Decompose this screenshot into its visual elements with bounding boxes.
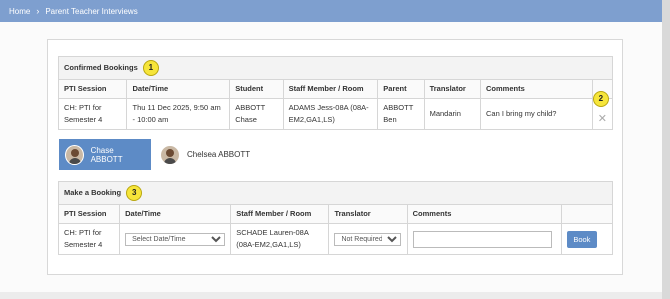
confirmed-bookings-title: Confirmed Bookings bbox=[64, 62, 138, 72]
cell-translator: Not Required bbox=[328, 223, 408, 255]
breadcrumb-current: Parent Teacher Interviews bbox=[45, 6, 138, 16]
col-student: Student bbox=[229, 79, 284, 99]
cell-comments bbox=[406, 223, 562, 255]
cell-translator: Mandarin bbox=[423, 98, 482, 130]
table-row: CH: PTI for Semester 4 Select Date/Time … bbox=[57, 223, 614, 255]
cell-cancel: 2 ✕ bbox=[591, 91, 614, 130]
comments-textarea[interactable] bbox=[412, 230, 552, 248]
col-staff-member: Staff Member / Room bbox=[282, 79, 379, 99]
breadcrumb: Home › Parent Teacher Interviews bbox=[0, 0, 662, 22]
cell-staff: ADAMS Jess-08A (08A-EM2,GA1,LS) bbox=[282, 98, 379, 130]
window-shadow bbox=[662, 0, 670, 299]
student-tab-chase[interactable]: Chase ABBOTT bbox=[59, 139, 151, 170]
callout-badge-2: 2 bbox=[592, 91, 609, 107]
cell-datetime: Thu 11 Dec 2025, 9:50 am - 10:00 am bbox=[126, 98, 231, 130]
confirmed-bookings-table: Confirmed Bookings 1 PTI Session Date/Ti… bbox=[57, 56, 614, 130]
col-comments: Comments bbox=[406, 204, 562, 224]
breadcrumb-home[interactable]: Home bbox=[9, 7, 30, 16]
cell-student: ABBOTT Chase bbox=[229, 98, 284, 130]
student-name: Chelsea ABBOTT bbox=[187, 150, 251, 159]
table-row: CH: PTI for Semester 4 Thu 11 Dec 2025, … bbox=[57, 91, 614, 130]
translator-select[interactable]: Not Required bbox=[334, 232, 402, 246]
col-pti-session: PTI Session bbox=[57, 204, 121, 224]
datetime-select[interactable]: Select Date/Time bbox=[125, 232, 226, 246]
cell-comments: Can I bring my child? bbox=[480, 98, 593, 130]
make-booking-title: Make a Booking bbox=[64, 187, 122, 197]
col-translator: Translator bbox=[328, 204, 408, 224]
avatar bbox=[65, 144, 84, 165]
student-name: Chase ABBOTT bbox=[90, 145, 123, 164]
cell-session: CH: PTI for Semester 4 bbox=[57, 98, 128, 130]
col-staff-member: Staff Member / Room bbox=[230, 204, 330, 224]
col-translator: Translator bbox=[423, 79, 482, 99]
col-date-time: Date/Time bbox=[126, 79, 231, 99]
cell-datetime: Select Date/Time bbox=[119, 223, 232, 255]
callout-badge-1: 1 bbox=[142, 60, 159, 76]
col-parent: Parent bbox=[377, 79, 425, 99]
col-pti-session: PTI Session bbox=[57, 79, 128, 99]
close-icon[interactable]: ✕ bbox=[593, 113, 612, 125]
student-tab-chelsea[interactable]: Chelsea ABBOTT bbox=[154, 139, 258, 170]
cell-session: CH: PTI for Semester 4 bbox=[57, 223, 121, 255]
callout-badge-3: 3 bbox=[126, 185, 143, 201]
student-selector: Chase ABBOTT Chelsea ABBOTT bbox=[59, 139, 258, 170]
cell-parent: ABBOTT Ben bbox=[377, 98, 425, 130]
make-booking-table: Make a Booking 3 PTI Session Date/Time S… bbox=[57, 181, 614, 255]
book-button[interactable]: Book bbox=[566, 230, 597, 248]
cell-book: Book bbox=[560, 223, 614, 255]
chevron-right-icon: › bbox=[36, 6, 40, 16]
col-actions bbox=[560, 204, 614, 224]
avatar bbox=[160, 144, 180, 165]
cell-staff: SCHADE Lauren-08A (08A-EM2,GA1,LS) bbox=[230, 223, 330, 255]
col-date-time: Date/Time bbox=[119, 204, 232, 224]
col-comments: Comments bbox=[480, 79, 593, 99]
make-booking-header: Make a Booking 3 bbox=[58, 181, 613, 205]
confirmed-bookings-header: Confirmed Bookings 1 bbox=[58, 56, 613, 80]
